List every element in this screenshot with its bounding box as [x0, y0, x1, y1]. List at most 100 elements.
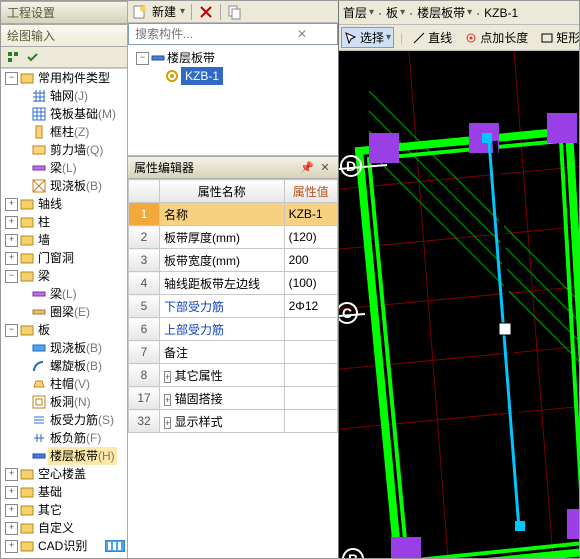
- objtree-root[interactable]: 楼层板带: [167, 49, 215, 67]
- expand-icon[interactable]: +: [164, 371, 171, 383]
- tree-cat-other[interactable]: 其它: [36, 501, 64, 519]
- tree-toggle[interactable]: −: [136, 52, 149, 65]
- tree-cat-column[interactable]: 柱: [36, 213, 52, 231]
- prop-name[interactable]: 板带厚度(mm): [160, 226, 285, 249]
- panel-tab-draw[interactable]: 绘图输入: [1, 24, 127, 47]
- action-icon-2[interactable]: [25, 49, 41, 65]
- tool-point-length[interactable]: 点加长度: [461, 27, 531, 48]
- col-value[interactable]: 属性值: [284, 180, 337, 203]
- pin-icon[interactable]: 📌: [300, 161, 314, 175]
- chevron-down-icon[interactable]: ▾: [467, 7, 472, 18]
- property-grid[interactable]: 属性名称 属性值 1名称KZB-1 2板带厚度(mm)(120) 3板带宽度(m…: [128, 179, 338, 558]
- tree-toggle[interactable]: +: [5, 522, 18, 535]
- tree-toggle[interactable]: +: [5, 504, 18, 517]
- crumb-floor[interactable]: 首层▾: [341, 3, 376, 22]
- tree-item-shearwall[interactable]: 剪力墙(Q): [48, 141, 105, 159]
- prop-value[interactable]: 2Φ12: [284, 295, 337, 318]
- tree-cat-wall[interactable]: 墙: [36, 231, 52, 249]
- crumb-category[interactable]: 板▾: [384, 3, 407, 22]
- tool-select[interactable]: 选择▾: [341, 27, 394, 48]
- prop-value[interactable]: [284, 318, 337, 341]
- tree-item-castslab[interactable]: 现浇板(B): [48, 177, 104, 195]
- prop-value[interactable]: (120): [284, 226, 337, 249]
- col-name[interactable]: 属性名称: [160, 180, 285, 203]
- action-icon-1[interactable]: [5, 49, 21, 65]
- search-input[interactable]: [133, 26, 297, 42]
- tree-item-raft[interactable]: 筏板基础(M): [48, 105, 118, 123]
- tree-toggle[interactable]: +: [5, 234, 18, 247]
- tree-toggle[interactable]: +: [5, 216, 18, 229]
- tree-toggle[interactable]: −: [5, 324, 18, 337]
- tree-root-label[interactable]: 常用构件类型: [36, 69, 112, 87]
- crumb-item[interactable]: KZB-1: [482, 5, 520, 21]
- delete-icon[interactable]: [198, 4, 214, 20]
- tree-cat-beam[interactable]: 梁: [36, 267, 52, 285]
- tree-toggle[interactable]: +: [5, 486, 18, 499]
- prop-group[interactable]: + 其它属性: [160, 364, 285, 387]
- row-index: 6: [129, 318, 160, 341]
- crumb-type[interactable]: 楼层板带▾: [415, 3, 474, 22]
- close-icon[interactable]: ✕: [318, 161, 332, 175]
- panel-tab-settings[interactable]: 工程设置: [1, 1, 127, 24]
- tree-item-axis[interactable]: 轴网(J): [48, 87, 90, 105]
- tree-cat-hollow[interactable]: 空心楼盖: [36, 465, 88, 483]
- drawing-canvas[interactable]: D C B: [339, 51, 579, 558]
- search-box[interactable]: ✕: [128, 23, 338, 45]
- tree-item-spiralslab[interactable]: 螺旋板(B): [48, 357, 104, 375]
- tool-line[interactable]: 直线: [409, 27, 455, 48]
- prop-group[interactable]: + 显示样式: [160, 410, 285, 433]
- new-button[interactable]: 新建: [152, 3, 176, 20]
- prop-value[interactable]: (100): [284, 272, 337, 295]
- chevron-down-icon[interactable]: ▾: [386, 32, 391, 43]
- tree-item-negrebar[interactable]: 板负筋(F): [48, 429, 103, 447]
- prop-name[interactable]: 名称: [160, 203, 285, 226]
- component-tree[interactable]: − 常用构件类型 轴网(J) 筏板基础(M) 框柱(Z) 剪力墙(Q) 梁(L)…: [1, 68, 127, 558]
- prop-value[interactable]: [284, 364, 337, 387]
- tree-item-beam[interactable]: 梁(L): [48, 159, 79, 177]
- prop-name[interactable]: 板带宽度(mm): [160, 249, 285, 272]
- tree-toggle[interactable]: −: [5, 72, 18, 85]
- tree-toggle[interactable]: −: [5, 270, 18, 283]
- new-dropdown-icon[interactable]: ▾: [180, 6, 185, 17]
- chevron-down-icon[interactable]: ▾: [400, 7, 405, 18]
- tree-toggle[interactable]: +: [5, 252, 18, 265]
- tree-item-framecol[interactable]: 框柱(Z): [48, 123, 91, 141]
- tree-toggle[interactable]: +: [5, 540, 18, 553]
- axis-label-c: C: [342, 305, 352, 321]
- prop-value[interactable]: [284, 410, 337, 433]
- copy-icon[interactable]: [227, 4, 243, 20]
- expand-icon[interactable]: +: [164, 394, 171, 406]
- chevron-down-icon[interactable]: ▾: [369, 7, 374, 18]
- tree-cat-opening[interactable]: 门窗洞: [36, 249, 76, 267]
- tree-item-beam-l[interactable]: 梁(L): [48, 285, 79, 303]
- slabstrip-icon: [151, 51, 165, 65]
- object-tree[interactable]: − 楼层板带 KZB-1: [128, 45, 338, 156]
- tree-item-ringbeam[interactable]: 圈梁(E): [48, 303, 92, 321]
- tree-cat-cad[interactable]: CAD识别: [36, 537, 89, 555]
- tree-toggle[interactable]: +: [5, 198, 18, 211]
- tree-cat-custom[interactable]: 自定义: [36, 519, 76, 537]
- tree-item-slabopen[interactable]: 板洞(N): [48, 393, 93, 411]
- prop-group[interactable]: + 锚固搭接: [160, 387, 285, 410]
- prop-value[interactable]: KZB-1: [284, 203, 337, 226]
- tree-item-slabrebar[interactable]: 板受力筋(S): [48, 411, 116, 429]
- prop-value[interactable]: 200: [284, 249, 337, 272]
- cad-badge-icon: [105, 540, 125, 552]
- tree-cat-axis[interactable]: 轴线: [36, 195, 64, 213]
- prop-name[interactable]: 下部受力筋: [160, 295, 285, 318]
- prop-name[interactable]: 轴线距板带左边线: [160, 272, 285, 295]
- tree-cat-foundation[interactable]: 基础: [36, 483, 64, 501]
- tool-rect[interactable]: 矩形: [537, 27, 579, 48]
- expand-icon[interactable]: +: [164, 417, 171, 429]
- tree-item-castslab2[interactable]: 现浇板(B): [48, 339, 104, 357]
- prop-name[interactable]: 上部受力筋: [160, 318, 285, 341]
- tree-item-slabstrip[interactable]: 楼层板带(H): [48, 447, 117, 465]
- search-clear-icon[interactable]: ✕: [297, 27, 307, 41]
- prop-value[interactable]: [284, 387, 337, 410]
- tree-cat-slab[interactable]: 板: [36, 321, 52, 339]
- tree-toggle[interactable]: +: [5, 468, 18, 481]
- tree-item-cap[interactable]: 柱帽(V): [48, 375, 92, 393]
- prop-value[interactable]: [284, 341, 337, 364]
- prop-name[interactable]: 备注: [160, 341, 285, 364]
- objtree-item-selected[interactable]: KZB-1: [181, 67, 223, 85]
